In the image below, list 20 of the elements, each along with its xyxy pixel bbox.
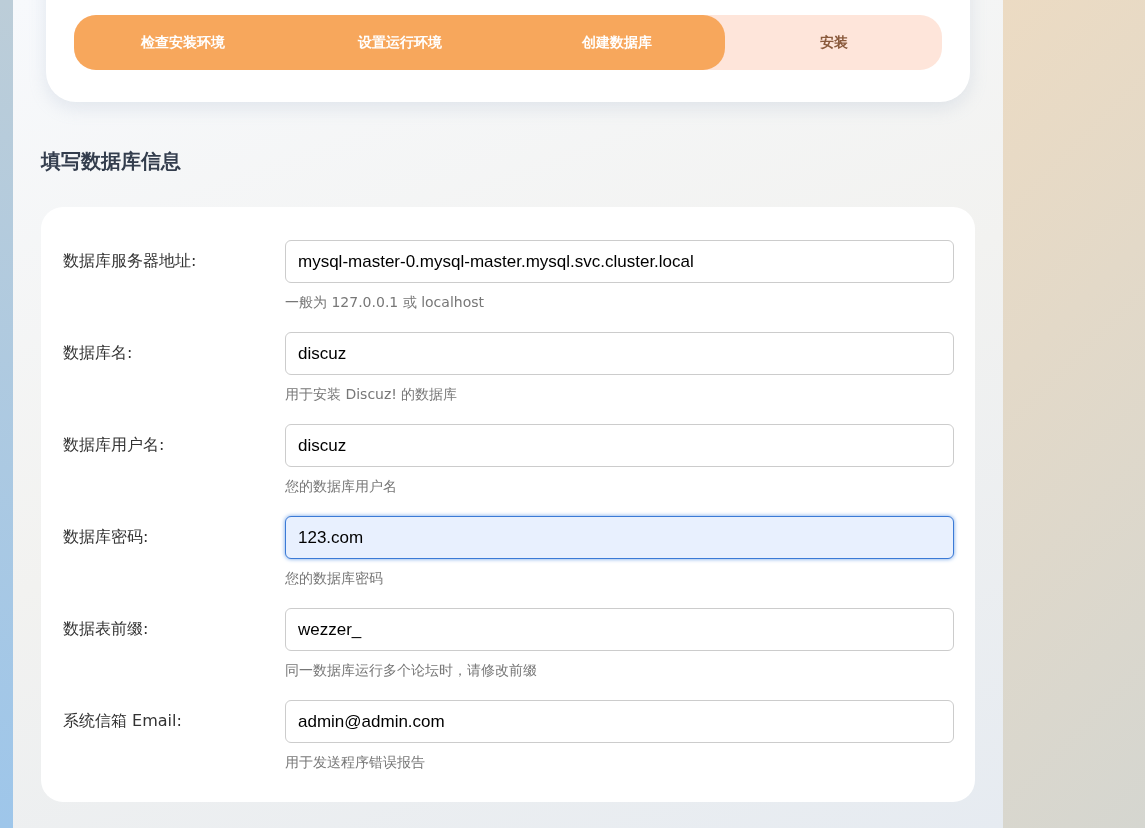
- field-hint: 用于安装 Discuz! 的数据库: [285, 386, 459, 404]
- input-field[interactable]: 123.com: [285, 516, 954, 559]
- field-label: 数据库用户名:: [63, 434, 166, 456]
- section-title: 填写数据库信息: [41, 148, 182, 175]
- input-field[interactable]: mysql-master-0.mysql-master.mysql.svc.cluster.local: [285, 240, 954, 283]
- field-label: 数据库密码:: [63, 526, 150, 548]
- step-label: 安装: [818, 32, 849, 52]
- input-field[interactable]: discuz: [285, 332, 954, 375]
- input-field[interactable]: admin@admin.com: [285, 700, 954, 743]
- field-hint: 您的数据库密码: [285, 570, 384, 588]
- field-label: 数据表前缀:: [63, 618, 150, 640]
- field-label: 数据库名:: [63, 342, 134, 364]
- field-label: 系统信箱 Email:: [63, 710, 183, 732]
- field-hint: 用于发送程序错误报告: [285, 754, 426, 772]
- field-hint: 您的数据库用户名: [285, 478, 398, 496]
- field-hint: 一般为 127.0.0.1 或 localhost: [285, 294, 485, 312]
- input-field[interactable]: wezzer_: [285, 608, 954, 651]
- field-label: 数据库服务器地址:: [63, 250, 198, 272]
- field-hint: 同一数据库运行多个论坛时，请修改前缀: [285, 662, 538, 680]
- input-field[interactable]: discuz: [285, 424, 954, 467]
